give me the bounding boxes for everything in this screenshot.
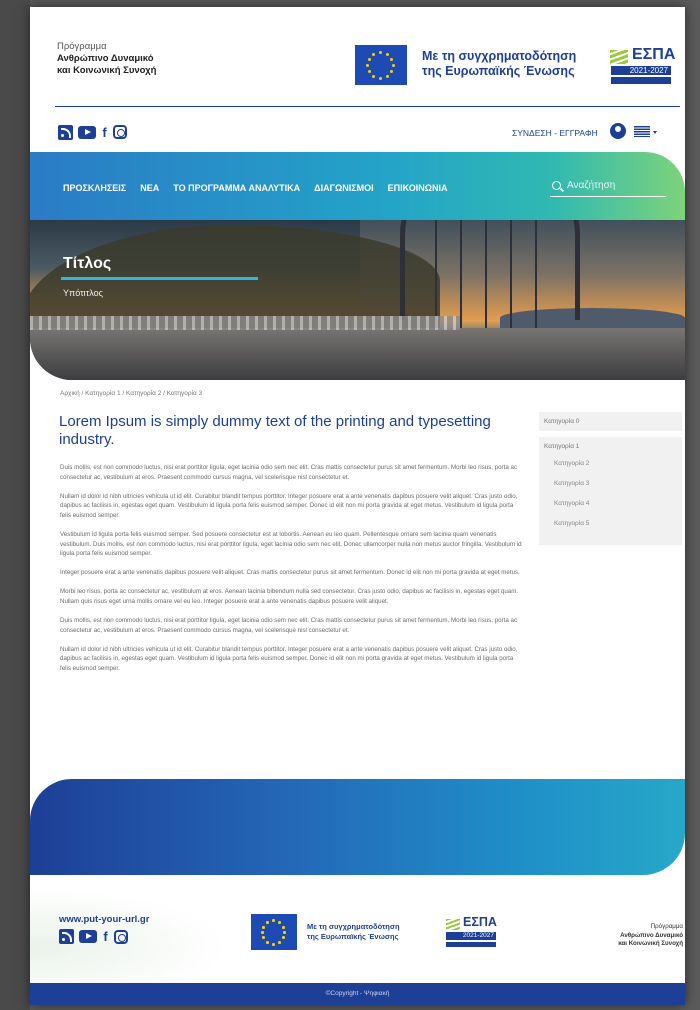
hero-guardrail bbox=[30, 316, 460, 330]
footer-program-logo: Πρόγραμμα Ανθρώπινο Δυναμικό και Κοινωνι… bbox=[570, 923, 683, 949]
program-label: Πρόγραμμα bbox=[57, 41, 107, 52]
decorative-band bbox=[30, 779, 685, 875]
search-icon bbox=[552, 181, 561, 190]
instagram-icon[interactable] bbox=[113, 125, 127, 139]
user-icon[interactable] bbox=[610, 123, 626, 139]
eu-flag-icon bbox=[251, 914, 297, 950]
espa-stripes-icon bbox=[610, 50, 628, 64]
cofunding-line1: Με τη συγχρηματοδότηση bbox=[307, 922, 400, 931]
sidebar-item-category-3[interactable]: Κατηγορία 3 bbox=[539, 474, 682, 494]
espa-logo: ΕΣΠΑ 2021-2027 bbox=[605, 44, 677, 88]
hero-road bbox=[30, 328, 685, 380]
header-divider bbox=[55, 106, 680, 107]
espa-years: 2021-2027 bbox=[611, 66, 671, 75]
article-paragraph: Morbi leo risus, porta ac consectetur ac… bbox=[60, 588, 519, 605]
cofunding-line2: της Ευρωπαϊκής Ένωσης bbox=[422, 64, 575, 78]
sidebar-item-category-2[interactable]: Κατηγορία 2 bbox=[539, 454, 682, 474]
sidebar-item-category-1[interactable]: Κατηγορία 1 bbox=[539, 441, 682, 454]
article-heading: Lorem Ipsum is simply dummy text of the … bbox=[59, 413, 491, 448]
facebook-icon[interactable]: f bbox=[102, 929, 109, 944]
nav-item-news[interactable]: ΝΕΑ bbox=[140, 183, 159, 193]
footer-social-links: f bbox=[59, 929, 128, 944]
category-sidebar: Κατηγορία 0 Κατηγορία 1 Κατηγορία 2 Κατη… bbox=[539, 412, 682, 545]
nav-item-contact[interactable]: ΕΠΙΚΟΙΝΩΝΙΑ bbox=[388, 183, 448, 193]
site-header: Πρόγραμμα Ανθρώπινο Δυναμικό και Κοινωνι… bbox=[30, 7, 685, 107]
cofunding-line1: Με τη συγχρηματοδότηση bbox=[422, 49, 577, 63]
footer-cofunding-text: Με τη συγχρηματοδότηση της Ευρωπαϊκής Έν… bbox=[307, 922, 400, 942]
copyright-bar: ©Copyright - Ψηφιακή bbox=[30, 983, 685, 1005]
espa-stripes-icon bbox=[446, 919, 460, 930]
article-paragraph: Vestibulum id ligula porta felis euismod… bbox=[60, 530, 522, 558]
instagram-icon[interactable] bbox=[114, 929, 128, 944]
search-placeholder: Αναζήτηση bbox=[567, 180, 616, 191]
article-body: Duis mollis, est non commodo luctus, nis… bbox=[60, 463, 525, 683]
program-logo[interactable]: Πρόγραμμα Ανθρώπινο Δυναμικό και Κοινωνι… bbox=[57, 41, 156, 77]
page: Πρόγραμμα Ανθρώπινο Δυναμικό και Κοινωνι… bbox=[30, 7, 685, 1005]
hero-image bbox=[30, 220, 685, 380]
program-name-line2: και Κοινωνική Συνοχή bbox=[618, 940, 683, 947]
sidebar-item-category-4[interactable]: Κατηγορία 4 bbox=[539, 494, 682, 514]
chevron-down-icon[interactable] bbox=[653, 131, 657, 134]
program-name-line2: και Κοινωνική Συνοχή bbox=[57, 65, 157, 76]
nav-item-calls[interactable]: ΠΡΟΣΚΛΗΣΕΙΣ bbox=[63, 183, 126, 193]
youtube-icon[interactable] bbox=[79, 930, 97, 943]
nav-item-tenders[interactable]: ΔΙΑΓΩΝΙΣΜΟΙ bbox=[314, 183, 374, 193]
rss-icon[interactable] bbox=[59, 929, 74, 944]
eu-cofunding-text: Με τη συγχρηματοδότηση της Ευρωπαϊκής Έν… bbox=[422, 49, 576, 79]
program-label: Πρόγραμμα bbox=[650, 923, 683, 930]
page-subtitle: Υπότιτλος bbox=[63, 288, 103, 298]
title-underline bbox=[61, 277, 258, 280]
espa-bar bbox=[446, 942, 496, 947]
main-nav: ΠΡΟΣΚΛΗΣΕΙΣ ΝΕΑ ΤΟ ΠΡΟΓΡΑΜΜΑ ΑΝΑΛΥΤΙΚΑ Δ… bbox=[63, 183, 461, 193]
sidebar-group: Κατηγορία 1 Κατηγορία 2 Κατηγορία 3 Κατη… bbox=[539, 437, 682, 545]
social-links: f bbox=[58, 124, 127, 140]
footer-url-link[interactable]: www.put-your-url.gr bbox=[59, 914, 149, 925]
program-name-line1: Ανθρώπινο Δυναμικό bbox=[57, 53, 154, 64]
browser-frame bbox=[0, 0, 30, 1010]
espa-bar bbox=[611, 77, 671, 84]
article-paragraph: Duis mollis, est non commodo luctus, nis… bbox=[60, 464, 518, 481]
espa-years: 2021-2027 bbox=[446, 932, 496, 940]
sidebar-item-category-0[interactable]: Κατηγορία 0 bbox=[539, 412, 682, 431]
search-input[interactable]: Αναζήτηση bbox=[550, 179, 666, 197]
article-paragraph: Nullam id dolor id nibh ultricies vehicu… bbox=[60, 492, 518, 519]
rss-icon[interactable] bbox=[58, 124, 73, 140]
youtube-icon[interactable] bbox=[78, 125, 96, 139]
sidebar-item-category-5[interactable]: Κατηγορία 5 bbox=[539, 514, 682, 534]
article-paragraph: Duis mollis, est non commodo luctus, nis… bbox=[60, 617, 518, 634]
breadcrumb[interactable]: Αρχική / Κατηγορία 1 / Κατηγορία 2 / Κατ… bbox=[60, 390, 202, 397]
language-flag-icon[interactable] bbox=[634, 126, 650, 137]
facebook-icon[interactable]: f bbox=[101, 125, 108, 140]
article-paragraph: Integer posuere erat a ante venenatis da… bbox=[60, 569, 520, 577]
espa-word: ΕΣΠΑ bbox=[463, 915, 497, 929]
article-paragraph: Nullam id dolor id nibh ultricies vehicu… bbox=[60, 645, 518, 672]
hero-bridge-arch bbox=[400, 220, 580, 320]
cofunding-line2: της Ευρωπαϊκής Ένωσης bbox=[307, 932, 399, 941]
login-register-link[interactable]: ΣΥΝΔΕΣΗ - ΕΓΓΡΑΦΗ bbox=[512, 128, 598, 138]
eu-flag-icon bbox=[355, 45, 407, 85]
footer-espa-logo: ΕΣΠΑ 2021-2027 bbox=[442, 915, 502, 951]
page-title: Τίτλος bbox=[63, 255, 112, 272]
nav-item-program[interactable]: ΤΟ ΠΡΟΓΡΑΜΜΑ ΑΝΑΛΥΤΙΚΑ bbox=[173, 183, 300, 193]
espa-word: ΕΣΠΑ bbox=[632, 46, 676, 63]
program-name-line1: Ανθρώπινο Δυναμικό bbox=[620, 931, 683, 939]
